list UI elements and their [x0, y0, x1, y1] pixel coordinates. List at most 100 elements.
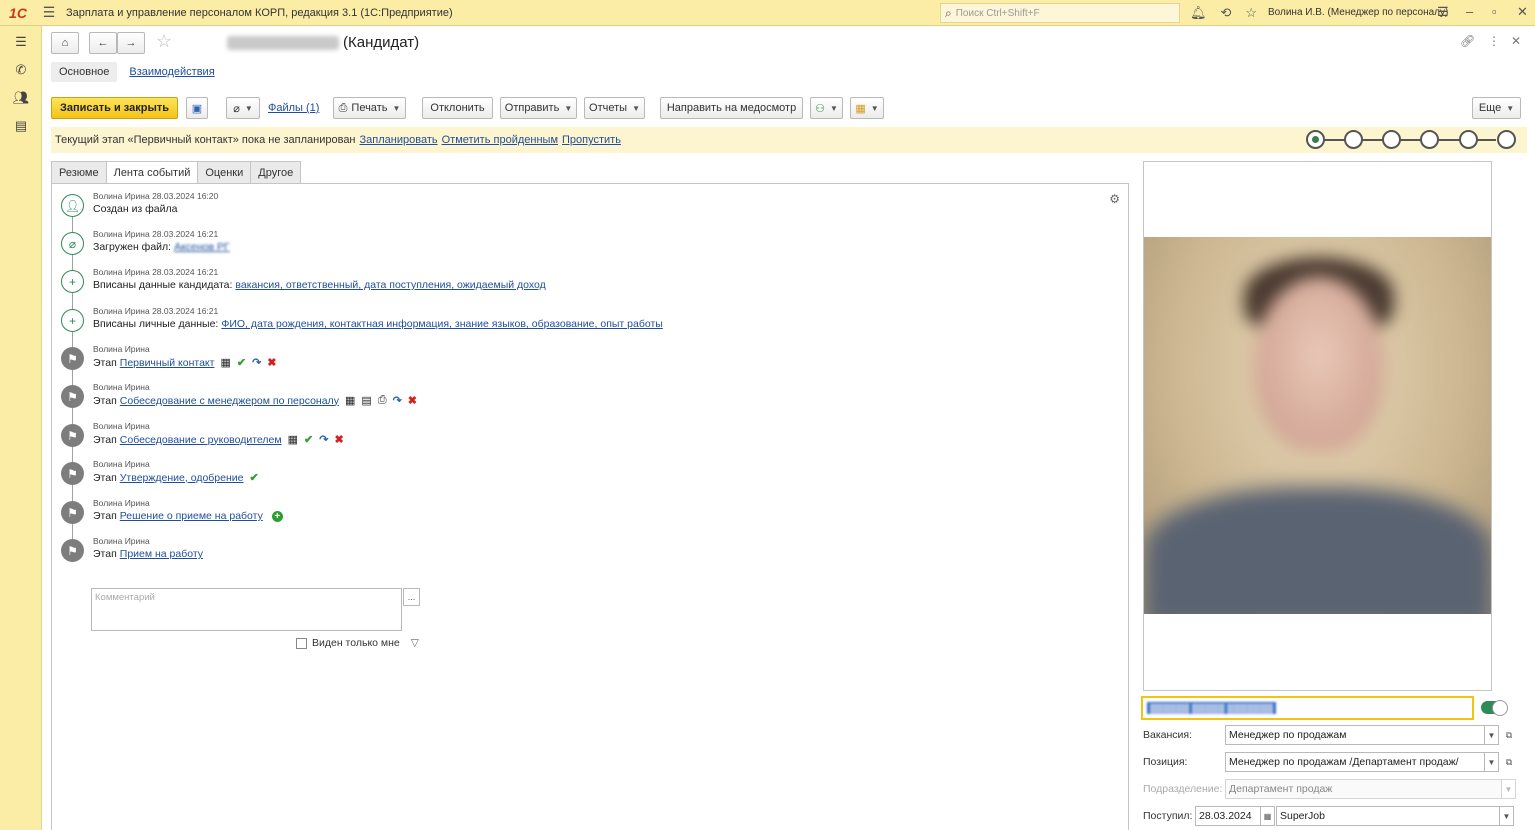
- skip-arrow-icon[interactable]: ↷: [319, 433, 328, 446]
- tab-ratings[interactable]: Оценки: [197, 161, 252, 183]
- cross-icon[interactable]: ✖: [408, 394, 417, 407]
- tab-other[interactable]: Другое: [250, 161, 302, 183]
- photo-face: [1254, 277, 1384, 452]
- plan-stage-link[interactable]: Запланировать: [360, 134, 438, 146]
- checkmark-icon[interactable]: ✔: [249, 471, 258, 484]
- skip-arrow-icon[interactable]: ↷: [252, 356, 261, 369]
- skip-stage-link[interactable]: Пропустить: [562, 134, 621, 146]
- gear-icon[interactable]: ⚙: [1109, 192, 1120, 206]
- comment-input[interactable]: Комментарий: [91, 588, 402, 631]
- more-vertical-icon[interactable]: ⋮: [1488, 34, 1500, 48]
- position-field[interactable]: Менеджер по продажам /Департамент продаж…: [1225, 752, 1485, 772]
- stage-link[interactable]: Прием на работу: [120, 548, 203, 560]
- cross-icon[interactable]: ✖: [267, 356, 276, 369]
- personal-data-link[interactable]: ФИО, дата рождения, контактная информаци…: [221, 318, 662, 330]
- candidate-name-input[interactable]: ▓▓▓▓▓▓ ▓▓▓▓▓ ▓▓▓▓▓▓▓: [1141, 696, 1474, 720]
- skip-arrow-icon[interactable]: ↷: [393, 394, 402, 407]
- open-icon[interactable]: ⧉: [1502, 755, 1516, 769]
- reject-button[interactable]: Отклонить: [422, 97, 493, 119]
- stage-link[interactable]: Собеседование с руководителем: [120, 434, 282, 446]
- form-close-icon[interactable]: ✕: [1511, 34, 1521, 48]
- stage-dot-1[interactable]: [1306, 130, 1325, 149]
- printer-icon[interactable]: ⎙: [378, 394, 387, 407]
- event-text: Вписаны данные кандидата: вакансия, отве…: [93, 279, 546, 291]
- event-description: Этап: [93, 433, 117, 446]
- calendar-icon[interactable]: ▦: [345, 394, 355, 407]
- mark-done-link[interactable]: Отметить пройденным: [442, 134, 558, 146]
- event-meta: Волина Ирина 28.03.2024 16:20: [93, 191, 219, 201]
- print-button[interactable]: ⎙ Печать ▼: [333, 97, 406, 119]
- id-card-icon[interactable]: ▤: [0, 112, 42, 140]
- candidate-photo[interactable]: [1144, 237, 1491, 614]
- vacancy-field[interactable]: Менеджер по продажам: [1225, 725, 1485, 745]
- nav-tab-main[interactable]: Основное: [51, 62, 118, 82]
- create-based-on-button[interactable]: ▦ ▼: [850, 97, 884, 119]
- checkmark-icon[interactable]: ✔: [237, 356, 246, 369]
- minimize-icon[interactable]: –: [1466, 4, 1473, 19]
- photo-frame: [1143, 161, 1492, 691]
- visible-only-me-checkbox[interactable]: [296, 637, 307, 649]
- current-user[interactable]: Волина И.В. (Менеджер по персоналу): [1268, 7, 1448, 18]
- chevron-down-icon: ▼: [1502, 779, 1516, 799]
- phone-icon[interactable]: ✆: [0, 56, 42, 84]
- stage-link[interactable]: Утверждение, одобрение: [120, 472, 244, 484]
- checkmark-icon[interactable]: ✔: [304, 433, 313, 446]
- link-icon[interactable]: 🔗︎: [1460, 34, 1475, 48]
- back-button[interactable]: ←: [89, 32, 117, 54]
- active-toggle[interactable]: [1481, 700, 1508, 716]
- open-icon[interactable]: ⧉: [1502, 728, 1516, 742]
- save-close-button[interactable]: Записать и закрыть: [51, 97, 178, 119]
- send-button[interactable]: Отправить ▼: [500, 97, 577, 119]
- favorites-star-icon[interactable]: ☆: [1245, 5, 1257, 21]
- stage-dot-2[interactable]: [1344, 130, 1363, 149]
- users-icon[interactable]: 👥︎: [0, 84, 42, 112]
- received-date-field[interactable]: 28.03.2024: [1195, 806, 1261, 826]
- stage-link[interactable]: Первичный контакт: [120, 357, 215, 369]
- chevron-down-icon[interactable]: ▼: [1485, 752, 1499, 772]
- event-text: Этап Собеседование с руководителем ▦ ✔ ↷…: [93, 433, 344, 447]
- stage-link[interactable]: Решение о приеме на работу: [120, 510, 263, 522]
- stage-dot-6[interactable]: [1497, 130, 1516, 149]
- calendar-icon[interactable]: ▦: [220, 356, 230, 369]
- event-text: Этап Прием на работу: [93, 548, 203, 560]
- forward-button[interactable]: →: [117, 32, 145, 54]
- settings-menu-icon[interactable]: ☰: [1437, 4, 1449, 20]
- bell-icon[interactable]: 🔔︎: [1190, 5, 1207, 21]
- assign-button[interactable]: ⚇ ▼: [810, 97, 843, 119]
- favorite-star-icon[interactable]: ☆: [156, 31, 172, 52]
- files-link[interactable]: Файлы (1): [268, 102, 319, 114]
- more-button[interactable]: Еще ▼: [1472, 97, 1521, 119]
- history-icon[interactable]: ⟲: [1221, 5, 1232, 21]
- candidate-data-link[interactable]: вакансия, ответственный, дата поступлени…: [235, 279, 545, 291]
- chevron-down-icon[interactable]: ▼: [1485, 725, 1499, 745]
- main-menu-icon[interactable]: ☰: [36, 4, 62, 21]
- stage-dot-5[interactable]: [1459, 130, 1478, 149]
- reports-button[interactable]: Отчеты ▼: [584, 97, 645, 119]
- stage-dot-4[interactable]: [1420, 130, 1439, 149]
- comment-more-button[interactable]: ...: [403, 588, 420, 606]
- calendar-icon[interactable]: ▦: [288, 433, 298, 446]
- file-link[interactable]: Аксенов РГ: [174, 241, 230, 253]
- medical-exam-button[interactable]: Направить на медосмотр: [660, 97, 803, 119]
- tab-resume[interactable]: Резюме: [51, 161, 107, 183]
- home-button[interactable]: ⌂: [51, 32, 79, 54]
- tab-events-feed[interactable]: Лента событий: [105, 161, 199, 184]
- search-icon: ⌕: [945, 5, 952, 20]
- filter-icon[interactable]: ▽: [411, 637, 419, 649]
- close-icon[interactable]: ✕: [1517, 4, 1528, 20]
- menu-list-icon[interactable]: ☰: [0, 28, 42, 56]
- stage-dot-3[interactable]: [1382, 130, 1401, 149]
- restore-icon[interactable]: ▫: [1492, 4, 1497, 19]
- add-circle-icon[interactable]: +: [271, 510, 283, 522]
- document-check-icon[interactable]: ▤: [361, 394, 371, 407]
- source-field[interactable]: SuperJob: [1276, 806, 1500, 826]
- calendar-icon[interactable]: ▦: [1261, 806, 1275, 826]
- save-button[interactable]: ▣: [186, 97, 208, 119]
- attach-button[interactable]: ⌀ ▼: [226, 97, 260, 119]
- stage-link[interactable]: Собеседование с менеджером по персоналу: [120, 395, 339, 407]
- cross-icon[interactable]: ✖: [334, 433, 343, 446]
- nav-tab-interactions[interactable]: Взаимодействия: [121, 62, 222, 82]
- chevron-down-icon[interactable]: ▼: [1500, 806, 1514, 826]
- event-text: Вписаны личные данные: ФИО, дата рождени…: [93, 318, 663, 330]
- global-search-input[interactable]: ⌕ Поиск Ctrl+Shift+F: [940, 3, 1180, 23]
